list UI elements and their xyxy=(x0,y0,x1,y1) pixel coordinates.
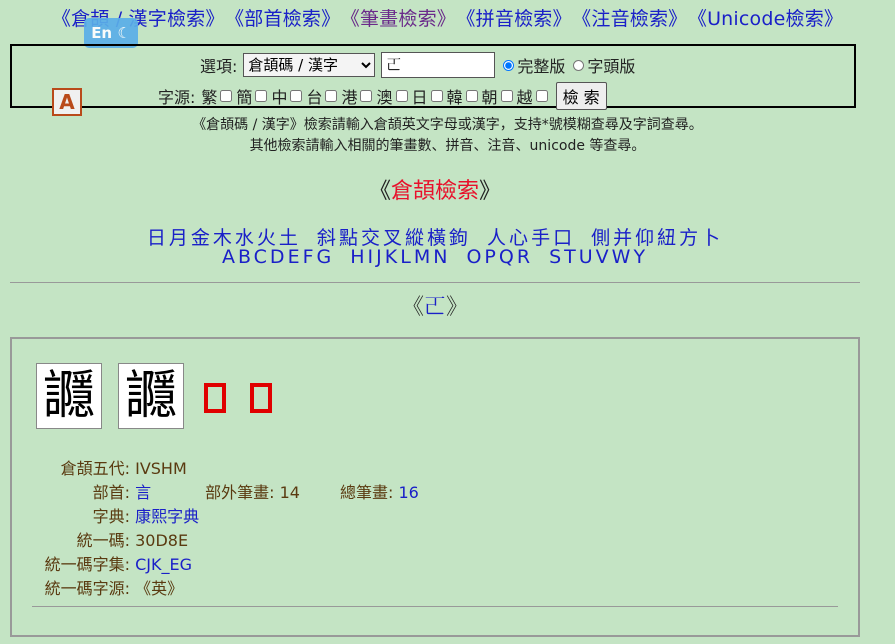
search-button[interactable]: 檢 索 xyxy=(555,82,607,110)
character-glyph-image: 讔 xyxy=(36,363,102,429)
letter-key[interactable]: C xyxy=(254,246,270,268)
missing-glyph-box xyxy=(204,383,226,413)
radio-full-input[interactable] xyxy=(503,59,515,71)
source-checkbox-jp[interactable]: 日 xyxy=(412,84,443,108)
letter-key[interactable]: H xyxy=(350,246,367,268)
letter-key[interactable]: P xyxy=(484,246,498,268)
source-checkbox-trad[interactable]: 繁 xyxy=(201,84,233,108)
info-unicode-row: 統一碼: 30D8E xyxy=(76,531,189,550)
source-checkbox-vn[interactable]: 越 xyxy=(517,84,548,108)
search-input[interactable] xyxy=(381,52,496,78)
letter-key[interactable]: L xyxy=(400,246,414,268)
info-radical-row: 部首: 言部外筆畫: 14 總筆畫: 16 xyxy=(92,483,419,502)
cjk-block-link[interactable]: CJK_EG xyxy=(135,555,192,574)
letter-key[interactable]: M xyxy=(414,246,433,268)
letter-key[interactable]: I xyxy=(368,246,377,268)
search-mode-select[interactable]: 倉頡碼 / 漢字 xyxy=(243,53,376,77)
total-strokes-link[interactable]: 16 xyxy=(398,483,418,502)
letter-key[interactable]: N xyxy=(433,246,450,268)
letter-key[interactable]: R xyxy=(517,246,533,268)
divider xyxy=(10,282,860,283)
cangjie-section-title: 《倉頡檢索》 xyxy=(368,179,502,204)
letter-key[interactable]: O xyxy=(466,246,484,268)
nav-radical[interactable]: 《部首檢索》 xyxy=(235,8,341,30)
letter-key[interactable]: Y xyxy=(633,246,648,268)
letter-key[interactable]: E xyxy=(288,246,303,268)
radio-head-input[interactable] xyxy=(573,59,585,71)
kangxi-dict-link[interactable]: 康熙字典 xyxy=(135,507,199,526)
radio-head-version[interactable]: 字頭版 xyxy=(573,53,635,77)
radio-full-version[interactable]: 完整版 xyxy=(503,53,565,77)
source-checkbox-kr[interactable]: 韓 xyxy=(447,84,478,108)
nav-unicode[interactable]: 《Unicode檢索》 xyxy=(697,8,843,30)
letter-key[interactable]: J xyxy=(376,246,385,268)
info-block-row: 統一碼字集: CJK_EG xyxy=(44,555,192,574)
divider xyxy=(32,606,838,607)
letter-key[interactable]: A xyxy=(222,246,238,268)
nav-cangjie[interactable]: 《倉頡 / 漢字檢索》 xyxy=(52,8,225,30)
source-checkbox-cn[interactable]: 中 xyxy=(271,84,303,108)
result-section-title: 《𠀀》 xyxy=(401,295,469,320)
option-label: 選項: xyxy=(200,57,238,76)
help-text-2: 其他檢索請輸入相關的筆畫數、拼音、注音、unicode 等查尋。 xyxy=(249,138,646,154)
letter-key[interactable]: V xyxy=(596,246,612,268)
letter-key[interactable]: G xyxy=(317,246,335,268)
missing-glyph-box xyxy=(250,383,272,413)
source-checkbox-mo[interactable]: 澳 xyxy=(376,84,408,108)
letter-key[interactable]: W xyxy=(612,246,634,268)
site-logo-icon: A xyxy=(52,88,82,116)
letter-key[interactable]: D xyxy=(270,246,288,268)
search-form: 選項: 倉頡碼 / 漢字 完整版 字頭版 字源: 繁 簡 中 台 港 澳 日 韓… xyxy=(10,44,856,110)
info-dict-row: 字典: 康熙字典 xyxy=(92,507,200,526)
cangjie-letters-row: ABCDEFG HIJKLMN OPQR STUVWY xyxy=(0,246,870,268)
source-checkbox-kp[interactable]: 朝 xyxy=(482,84,513,108)
character-glyph-image-alt: 讔 xyxy=(118,363,184,429)
help-text-1: 《倉頡碼 / 漢字》檢索請輸入倉頡英文字母或漢字，支持*號模糊查尋及字詞查尋。 xyxy=(192,117,703,133)
nav-stroke[interactable]: 《筆畫檢索》 xyxy=(350,8,456,30)
nav-zhuyin[interactable]: 《注音檢索》 xyxy=(582,8,688,30)
result-panel: 讔 讔 倉頡五代: IVSHM 部首: 言部外筆畫: 14 總筆畫: 16 字典:… xyxy=(10,337,860,637)
letter-key[interactable]: Q xyxy=(499,246,517,268)
info-source-row: 統一碼字源: 《英》 xyxy=(44,579,184,598)
letter-key[interactable]: T xyxy=(564,246,579,268)
letter-key[interactable]: F xyxy=(303,246,317,268)
source-label: 字源: xyxy=(158,88,196,107)
letter-key[interactable]: U xyxy=(579,246,596,268)
source-checkbox-tw[interactable]: 台 xyxy=(306,84,338,108)
letter-key[interactable]: K xyxy=(385,246,400,268)
source-checkbox-hk[interactable]: 港 xyxy=(341,84,373,108)
nav-pinyin[interactable]: 《拼音檢索》 xyxy=(466,8,572,30)
info-cangjie-row: 倉頡五代: IVSHM xyxy=(60,459,187,478)
source-checkbox-simp[interactable]: 簡 xyxy=(236,84,268,108)
radical-link[interactable]: 言 xyxy=(135,483,151,502)
letter-key[interactable]: B xyxy=(238,246,254,268)
letter-key[interactable]: S xyxy=(549,246,564,268)
